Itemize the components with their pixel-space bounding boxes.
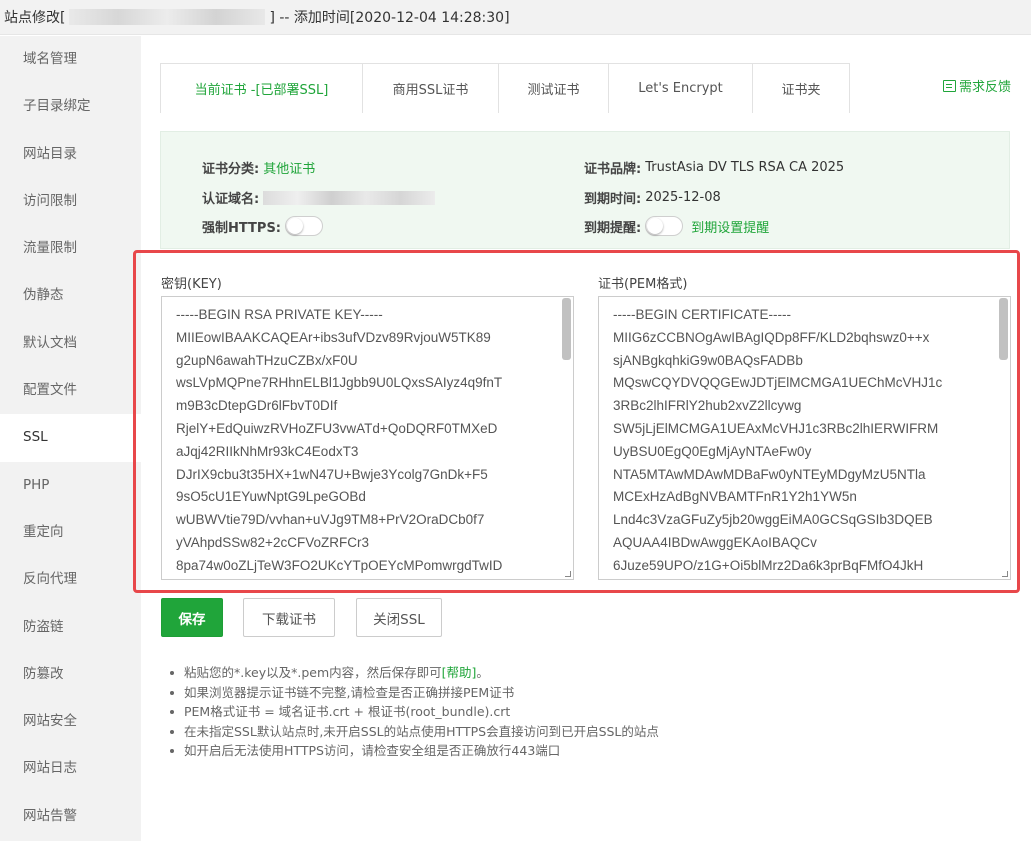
sidebar-item-redirect[interactable]: 重定向 [0, 509, 141, 556]
expire-reminder: 到期提醒: 到期设置提醒 [584, 216, 769, 236]
main-content: 当前证书 -[已部署SSL] 商用SSL证书 测试证书 Let's Encryp… [133, 36, 1031, 841]
sidebar-item-alerts[interactable]: 网站告警 [0, 793, 141, 840]
download-cert-button[interactable]: 下载证书 [243, 598, 335, 637]
close-ssl-button[interactable]: 关闭SSL [356, 598, 442, 637]
sidebar-item-php[interactable]: PHP [0, 462, 141, 509]
reminder-settings-link[interactable]: 到期设置提醒 [691, 217, 769, 236]
key-content: -----BEGIN RSA PRIVATE KEY----- MIIEowIB… [176, 307, 503, 573]
cert-content: -----BEGIN CERTIFICATE----- MIIG6zCCBNOg… [613, 307, 943, 573]
cert-category-label: 证书分类: [202, 162, 260, 177]
sidebar-item-default-doc[interactable]: 默认文档 [0, 320, 141, 367]
cert-scrollbar[interactable] [999, 298, 1008, 360]
sidebar-item-domain[interactable]: 域名管理 [0, 36, 141, 83]
title-prefix: 站点修改[ [4, 10, 66, 26]
cert-label: 证书(PEM格式) [598, 277, 688, 292]
sidebar-item-access-limit[interactable]: 访问限制 [0, 178, 141, 225]
sidebar-item-traffic-limit[interactable]: 流量限制 [0, 225, 141, 272]
tab-test-cert[interactable]: 测试证书 [499, 64, 609, 113]
cert-textarea[interactable]: -----BEGIN CERTIFICATE----- MIIG6zCCBNOg… [598, 296, 1011, 580]
reminder-toggle[interactable] [645, 216, 684, 236]
tab-commercial-ssl[interactable]: 商用SSL证书 [363, 64, 499, 113]
cert-domain-label: 认证域名: [202, 192, 260, 207]
cert-brand-value: TrustAsia DV TLS RSA CA 2025 [645, 160, 845, 175]
feedback-label: 需求反馈 [958, 80, 1011, 95]
cert-expire-value: 2025-12-08 [645, 190, 721, 205]
sidebar-item-security[interactable]: 网站安全 [0, 698, 141, 745]
key-textarea[interactable]: -----BEGIN RSA PRIVATE KEY----- MIIEowIB… [161, 296, 574, 580]
cert-info-panel: 证书分类: 其他证书 证书品牌: TrustAsia DV TLS RSA CA… [160, 131, 1010, 249]
cert-resize-handle[interactable] [1002, 571, 1008, 577]
sidebar-item-hotlink[interactable]: 防盗链 [0, 604, 141, 651]
sidebar-item-logs[interactable]: 网站日志 [0, 745, 141, 792]
save-button[interactable]: 保存 [161, 598, 223, 637]
sidebar-item-tamper-proof[interactable]: 防篡改 [0, 651, 141, 698]
redacted-site-name [69, 9, 266, 25]
title-suffix: ] -- 添加时间[2020-12-04 14:28:30] [269, 10, 510, 26]
key-scrollbar[interactable] [562, 298, 571, 360]
cert-brand-label: 证书品牌: [584, 162, 642, 177]
reminder-label: 到期提醒: [584, 220, 642, 236]
sidebar-item-config-file[interactable]: 配置文件 [0, 367, 141, 414]
note-item: 如果浏览器提示证书链不完整,请检查是否正确拼接PEM证书 [169, 683, 659, 703]
note-item: 粘贴您的*.key以及*.pem内容，然后保存即可[帮助]。 [169, 663, 659, 683]
feedback-icon [942, 79, 956, 92]
window-title: 站点修改[ ] -- 添加时间[2020-12-04 14:28:30] [0, 0, 1031, 35]
force-https: 强制HTTPS: [202, 216, 324, 236]
feedback-link[interactable]: 需求反馈 [942, 76, 1011, 95]
cert-brand: 证书品牌: TrustAsia DV TLS RSA CA 2025 [584, 158, 844, 177]
help-link[interactable]: [帮助] [442, 665, 477, 680]
sidebar-item-site-dir[interactable]: 网站目录 [0, 131, 141, 178]
sidebar-item-ssl[interactable]: SSL [0, 414, 141, 462]
note-item: 如开启后无法使用HTTPS访问，请检查安全组是否正确放行443端口 [169, 741, 659, 761]
cert-domain: 认证域名: [202, 188, 436, 207]
force-https-toggle[interactable] [285, 216, 324, 236]
cert-category: 证书分类: 其他证书 [202, 158, 315, 177]
key-resize-handle[interactable] [565, 571, 571, 577]
sidebar-item-subdir[interactable]: 子目录绑定 [0, 83, 141, 130]
tab-cert-folder[interactable]: 证书夹 [753, 64, 849, 113]
key-label: 密钥(KEY) [161, 277, 222, 292]
cert-category-value: 其他证书 [263, 162, 316, 177]
cert-expire: 到期时间: 2025-12-08 [584, 188, 721, 207]
force-https-label: 强制HTTPS: [202, 220, 282, 236]
sidebar-item-rewrite[interactable]: 伪静态 [0, 272, 141, 319]
sidebar-item-reverse-proxy[interactable]: 反向代理 [0, 556, 141, 603]
help-notes: 粘贴您的*.key以及*.pem内容，然后保存即可[帮助]。 如果浏览器提示证书… [169, 663, 659, 761]
sidebar: 域名管理 子目录绑定 网站目录 访问限制 流量限制 伪静态 默认文档 配置文件 … [0, 36, 141, 841]
ssl-tabs: 当前证书 -[已部署SSL] 商用SSL证书 测试证书 Let's Encryp… [160, 63, 850, 113]
cert-expire-label: 到期时间: [584, 192, 642, 207]
tab-current-cert[interactable]: 当前证书 -[已部署SSL] [161, 64, 363, 113]
note-item: 在未指定SSL默认站点时,未开启SSL的站点使用HTTPS会直接访问到已开启SS… [169, 722, 659, 742]
redacted-domain [263, 190, 436, 205]
tab-lets-encrypt[interactable]: Let's Encrypt [609, 64, 753, 113]
note-item: PEM格式证书 = 域名证书.crt + 根证书(root_bundle).cr… [169, 702, 659, 722]
